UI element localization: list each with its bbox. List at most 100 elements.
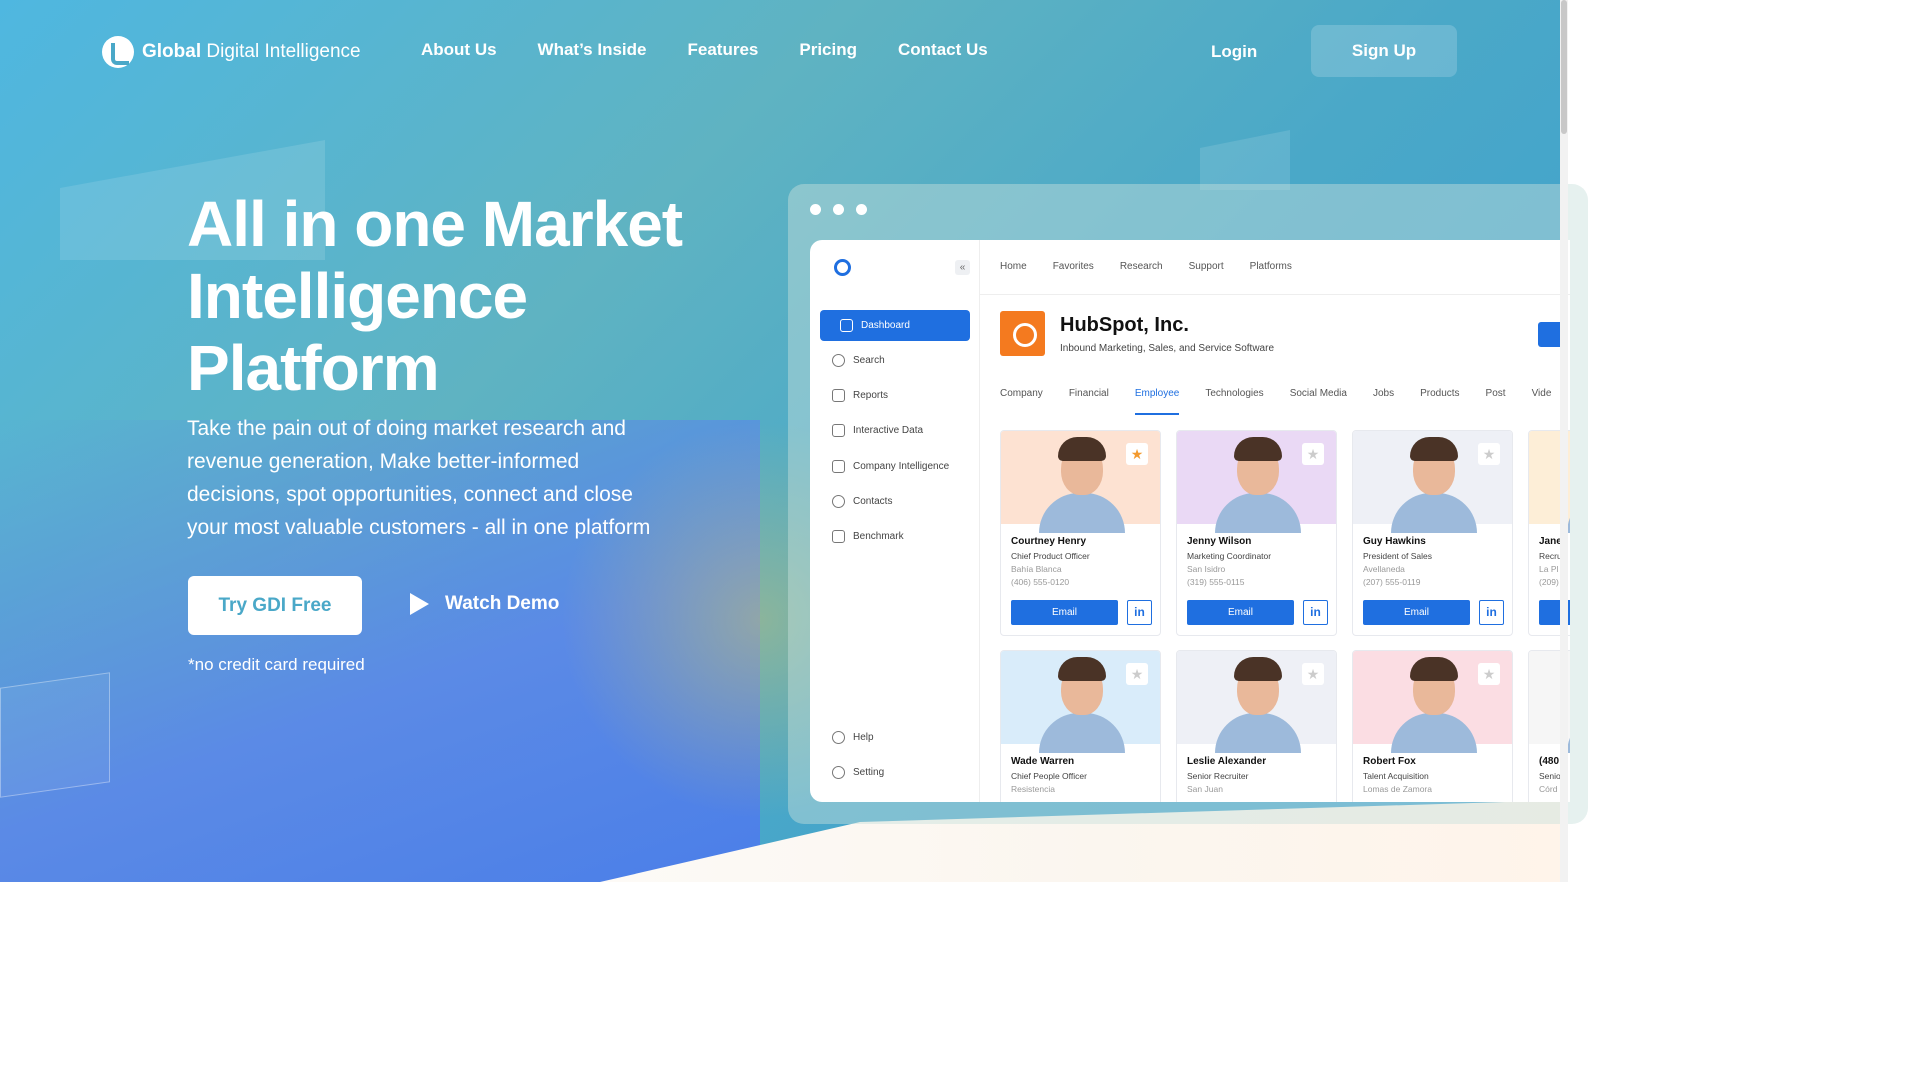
sidebar-item-setting[interactable]: Setting [820, 757, 970, 788]
tab-products[interactable]: Products [1420, 388, 1459, 415]
sign-up-button[interactable]: Sign Up [1311, 25, 1457, 77]
topnav-support[interactable]: Support [1189, 261, 1224, 272]
contact-title: Chief People Officer [1011, 771, 1087, 781]
contact-location: San Isidro [1187, 564, 1226, 574]
contact-card[interactable]: ★ Leslie Alexander Senior Recruiter San Jua… [1176, 650, 1337, 802]
sidebar-item-reports[interactable]: Reports [820, 380, 970, 411]
contact-location: La Pl [1539, 564, 1559, 574]
avatar [1234, 657, 1282, 681]
star-icon[interactable]: ★ [1478, 443, 1500, 465]
tab-company[interactable]: Company [1000, 388, 1043, 415]
login-link[interactable]: Login [1211, 42, 1257, 62]
contact-card[interactable]: ★ Courtney Henry Chief Product Officer Bahí… [1000, 430, 1161, 636]
sidebar-item-dashboard[interactable]: Dashboard [820, 310, 970, 341]
nav-about-us[interactable]: About Us [421, 40, 497, 60]
contact-card[interactable]: ★ Robert Fox Talent Acquisition Lomas de Za… [1352, 650, 1513, 802]
play-icon [410, 593, 429, 615]
brand-name-bold: Global [142, 41, 202, 62]
watch-demo-button[interactable]: Watch Demo [410, 593, 559, 615]
contact-phone: (406) 555-0120 [1011, 577, 1070, 587]
brand-name: Global Digital Intelligence [142, 41, 361, 63]
company-tabs: Company Financial Employee Technologies … [1000, 388, 1551, 415]
building-icon [832, 460, 845, 473]
nav-links: About Us What’s Inside Features Pricing … [421, 40, 988, 60]
tab-financial[interactable]: Financial [1069, 388, 1109, 415]
contact-card[interactable]: ★ Jenny Wilson Marketing Coordinator San Is… [1176, 430, 1337, 636]
contact-name: (480 [1539, 756, 1560, 767]
email-button[interactable]: Email [1187, 600, 1294, 625]
nav-features[interactable]: Features [688, 40, 759, 60]
topnav-home[interactable]: Home [1000, 261, 1027, 272]
stack-icon [832, 530, 845, 543]
sidebar-item-benchmark[interactable]: Benchmark [820, 521, 970, 552]
avatar [1410, 657, 1458, 681]
contact-location: Resistencia [1011, 784, 1055, 794]
tab-post[interactable]: Post [1486, 388, 1506, 415]
dashboard-preview: « Dashboard Search Reports Interactive D… [810, 240, 1570, 802]
tab-jobs[interactable]: Jobs [1373, 388, 1394, 415]
contact-photo: ★ [1177, 431, 1336, 533]
contact-photo: ★ [1001, 651, 1160, 753]
linkedin-icon[interactable]: in [1479, 600, 1504, 625]
contact-name: Jenny Wilson [1187, 536, 1252, 547]
contact-location: Avellaneda [1363, 564, 1405, 574]
window-dot [833, 204, 844, 215]
topnav-research[interactable]: Research [1120, 261, 1163, 272]
collapse-sidebar-icon[interactable]: « [955, 260, 970, 275]
star-icon[interactable]: ★ [1478, 663, 1500, 685]
users-icon [832, 495, 845, 508]
sidebar-item-label: Search [853, 355, 885, 366]
top-navigation: Global Digital Intelligence About Us Wha… [0, 0, 1568, 100]
sidebar-item-label: Setting [853, 767, 885, 778]
topnav-platforms[interactable]: Platforms [1250, 261, 1292, 272]
database-icon [832, 424, 845, 437]
gear-icon [832, 766, 845, 779]
contact-title: Chief Product Officer [1011, 551, 1090, 561]
contact-name: Leslie Alexander [1187, 756, 1267, 767]
star-icon[interactable]: ★ [1126, 443, 1148, 465]
contact-name: Guy Hawkins [1363, 536, 1426, 547]
window-dot [856, 204, 867, 215]
tab-employee[interactable]: Employee [1134, 388, 1180, 415]
nav-whats-inside[interactable]: What’s Inside [538, 40, 647, 60]
sidebar-item-label: Help [853, 732, 874, 743]
avatar [1391, 493, 1477, 533]
tab-video[interactable]: Vide [1532, 388, 1552, 415]
email-button[interactable]: Email [1363, 600, 1470, 625]
sidebar-item-help[interactable]: Help [820, 722, 970, 753]
sidebar-item-search[interactable]: Search [820, 345, 970, 376]
star-icon[interactable]: ★ [1126, 663, 1148, 685]
grid-icon [840, 319, 853, 332]
brand-logo[interactable]: Global Digital Intelligence [102, 36, 361, 68]
contact-photo: ★ [1353, 431, 1512, 533]
linkedin-icon[interactable]: in [1303, 600, 1328, 625]
contact-title: President of Sales [1363, 551, 1432, 561]
no-credit-card-note: *no credit card required [188, 655, 365, 674]
watch-demo-label: Watch Demo [445, 593, 560, 614]
sidebar-item-company-intelligence[interactable]: Company Intelligence [820, 451, 970, 482]
contact-location: Bahía Blanca [1011, 564, 1062, 574]
star-icon[interactable]: ★ [1302, 443, 1324, 465]
sidebar-item-contacts[interactable]: Contacts [820, 486, 970, 517]
avatar [1215, 493, 1301, 533]
contact-card[interactable]: ★ Guy Hawkins President of Sales Avellaneda… [1352, 430, 1513, 636]
scrollbar-thumb[interactable] [1561, 0, 1567, 134]
nav-pricing[interactable]: Pricing [799, 40, 857, 60]
sidebar-item-label: Dashboard [861, 320, 910, 331]
contact-location: Lomas de Zamora [1363, 784, 1432, 794]
linkedin-icon[interactable]: in [1127, 600, 1152, 625]
sidebar-item-label: Interactive Data [853, 425, 924, 436]
divider [980, 294, 1570, 295]
sidebar-item-interactive-data[interactable]: Interactive Data [820, 415, 970, 446]
try-free-button[interactable]: Try GDI Free [188, 576, 362, 635]
star-icon[interactable]: ★ [1302, 663, 1324, 685]
topnav-favorites[interactable]: Favorites [1053, 261, 1094, 272]
email-button[interactable]: Email [1011, 600, 1118, 625]
contact-card[interactable]: ★ Wade Warren Chief People Officer Resisten… [1000, 650, 1161, 802]
avatar [1058, 657, 1106, 681]
tab-social-media[interactable]: Social Media [1290, 388, 1347, 415]
help-icon [832, 731, 845, 744]
nav-contact-us[interactable]: Contact Us [898, 40, 988, 60]
hero-headline: All in one Market Intelligence Platform [187, 188, 683, 404]
tab-technologies[interactable]: Technologies [1205, 388, 1263, 415]
